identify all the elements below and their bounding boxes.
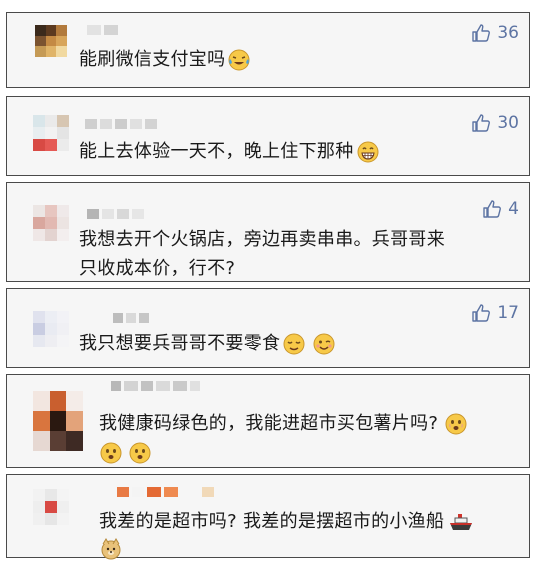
like-count: 4 xyxy=(508,199,519,219)
grinning-emoji xyxy=(357,141,378,163)
comment-card: 17 我只想要兵哥哥不要零食 xyxy=(6,288,530,368)
like-button[interactable]: 4 xyxy=(482,199,519,219)
comment-text: 能刷微信支付宝吗 xyxy=(79,45,251,74)
relieved-emoji xyxy=(283,333,305,355)
emoji-row xyxy=(99,537,123,561)
thumbs-up-icon xyxy=(472,24,491,42)
fearful-emoji xyxy=(445,413,467,435)
like-count: 36 xyxy=(497,23,519,43)
username-blurred[interactable] xyxy=(85,119,157,129)
username-blurred[interactable] xyxy=(117,487,214,497)
comment-text: 能上去体验一天不，晚上住下那种 xyxy=(79,137,380,166)
comment-card: 我健康码绿色的，我能进超市买包薯片吗? xyxy=(6,374,530,468)
comment-text: 我差的是超市吗? 我差的是摆超市的小渔船 xyxy=(99,507,474,536)
thumbs-up-icon xyxy=(483,200,502,218)
wink-emoji xyxy=(313,333,335,355)
avatar[interactable] xyxy=(33,205,69,241)
like-button[interactable]: 30 xyxy=(471,113,519,133)
like-button[interactable]: 36 xyxy=(471,23,519,43)
like-count: 17 xyxy=(497,303,519,323)
avatar[interactable] xyxy=(33,115,69,151)
tears-of-joy-emoji xyxy=(228,49,250,71)
comment-card: 36 能刷微信支付宝吗 xyxy=(6,12,530,88)
avatar[interactable] xyxy=(33,489,69,525)
avatar[interactable] xyxy=(35,25,67,57)
username-blurred[interactable] xyxy=(87,25,118,35)
thumbs-up-icon xyxy=(472,304,491,322)
comment-text: 我想去开个火锅店，旁边再卖串串。兵哥哥来 只收成本价，行不? xyxy=(79,229,445,279)
comment-card: 30 能上去体验一天不，晚上住下那种 xyxy=(6,96,530,176)
username-blurred[interactable] xyxy=(113,313,149,323)
thumbs-up-icon xyxy=(472,114,491,132)
like-count: 30 xyxy=(497,113,519,133)
comment-text: 我健康码绿色的，我能进超市买包薯片吗? xyxy=(99,409,468,438)
fearful-emoji xyxy=(100,442,122,464)
ship-emoji xyxy=(450,514,473,530)
like-button[interactable]: 17 xyxy=(471,303,519,323)
avatar[interactable] xyxy=(33,391,83,451)
fearful-emoji xyxy=(129,442,151,464)
avatar[interactable] xyxy=(33,311,69,347)
username-blurred[interactable] xyxy=(111,381,200,391)
username-blurred[interactable] xyxy=(87,209,144,219)
comment-card: 4 我想去开个火锅店，旁边再卖串串。兵哥哥来 只收成本价，行不? xyxy=(6,182,530,282)
comment-card: 我差的是超市吗? 我差的是摆超市的小渔船 xyxy=(6,474,530,561)
emoji-row xyxy=(99,441,152,465)
comment-text: 我只想要兵哥哥不要零食 xyxy=(79,329,336,358)
doge-emoji xyxy=(101,538,121,560)
